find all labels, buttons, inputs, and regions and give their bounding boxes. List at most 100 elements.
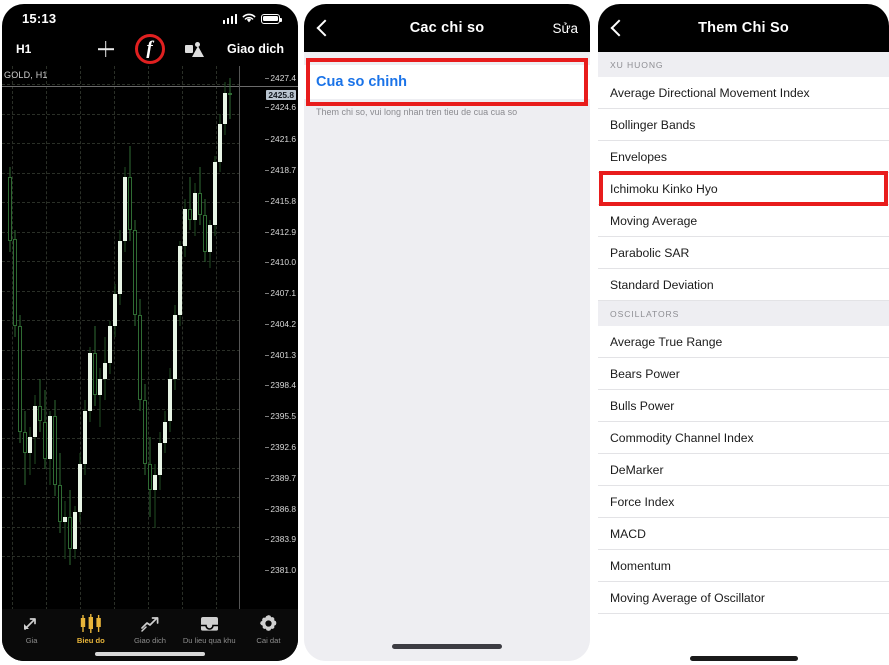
candle [33,394,37,464]
indicator-row-force-index[interactable]: Force Index [598,486,889,518]
signal-bars-icon [222,13,237,24]
trade-button[interactable]: Giao dich [227,42,284,56]
indicator-row-moving-average-of-oscillator[interactable]: Moving Average of Oscillator [598,582,889,614]
candle [73,506,77,560]
tab-label: Gia [25,636,38,645]
price-tick-label: 2418.7 [265,165,296,175]
price-tick-label: 2401.3 [265,349,296,360]
candle [53,400,57,496]
price-tick-label: 2412.9 [265,226,296,237]
candle [188,177,192,231]
candle [43,389,47,470]
wifi-icon [242,13,256,22]
tab-du-lieu-qua-khu[interactable]: Du lieu qua khu [180,614,239,645]
indicator-row-momentum[interactable]: Momentum [598,550,889,582]
indicator-row-bears-power[interactable]: Bears Power [598,358,889,390]
home-indicator [95,652,205,656]
current-price-label: 2425.8 [266,89,296,100]
candle [108,320,112,374]
indicator-row-average-true-range[interactable]: Average True Range [598,326,889,358]
quotes-arrows-icon [22,614,41,633]
indicator-row-ichimoku-kinko-hyo[interactable]: Ichimoku Kinko Hyo [598,173,889,205]
page-title: Them Chi So [698,20,789,36]
status-bar: 15:13 [2,4,298,32]
price-chart[interactable]: GOLD, H1 2427.4 2425.8 2424.6 2421.6 2418.7 2… [2,66,298,661]
candle [48,410,52,486]
tab-label: Giao dich [133,636,167,645]
candle [28,426,32,475]
candle [68,490,72,565]
hint-text: Them chi so, vui long nhan tren tieu de … [316,107,518,117]
trade-line-icon [140,614,161,633]
add-indicator-phone-panel: Them Chi So XU HUONG Average Directional … [594,0,889,665]
candle [148,437,152,517]
price-tick-label: 2381.0 [265,565,296,576]
indicator-row-commodity-channel-index[interactable]: Commodity Channel Index [598,422,889,454]
price-axis: 2427.4 2425.8 2424.6 2421.6 2418.7 2415.8 2412… [240,66,298,635]
indicator-row-macd[interactable]: MACD [598,518,889,550]
battery-icon [261,13,283,24]
candle [128,145,132,242]
candle [23,410,27,486]
back-chevron-icon[interactable] [610,17,623,39]
indicator-row-average-directional-movement-index[interactable]: Average Directional Movement Index [598,77,889,109]
price-tick-label: 2398.4 [265,380,296,391]
candle [143,384,147,475]
indicator-row-bulls-power[interactable]: Bulls Power [598,390,889,422]
home-indicator [689,656,798,661]
chart-phone-panel: 15:13 H1 f Giao dich GOLD, H1 2427.4 242… [0,0,300,665]
candle [93,326,97,406]
tab-giao-dich[interactable]: Giao dich [120,614,179,645]
candle [83,400,87,475]
tab-label: Bieu do [76,636,105,645]
indicator-row-bollinger-bands[interactable]: Bollinger Bands [598,109,889,141]
timeframe-button[interactable]: H1 [16,42,31,56]
candle [113,283,117,337]
main-window-row[interactable]: Cua so chinh [304,65,590,99]
tab-gia[interactable]: Gia [2,614,61,645]
candle [138,299,142,411]
candle [173,304,177,390]
tab-bieu-do[interactable]: Bieu do [61,614,120,645]
screenshot-root: 15:13 H1 f Giao dich GOLD, H1 2427.4 242… [0,0,889,665]
candle [163,410,167,454]
indicator-row-standard-deviation[interactable]: Standard Deviation [598,269,889,301]
tab-cai-dat[interactable]: Cai dat [239,614,298,645]
back-chevron-icon[interactable] [316,17,329,39]
edit-button[interactable]: Sửa [552,21,578,36]
indicator-list: XU HUONG Average Directional Movement Ind… [598,52,889,614]
objects-icon[interactable] [184,41,204,57]
indicators-f-button[interactable]: f [134,34,165,64]
candle [78,453,82,523]
indicator-row-demarker[interactable]: DeMarker [598,454,889,486]
candle [58,453,62,533]
nav-bar-right: Them Chi So [598,4,889,52]
candle [178,241,182,326]
candle [228,77,232,120]
indicator-row-envelopes[interactable]: Envelopes [598,141,889,173]
candle [208,219,212,268]
price-tick-label: 2392.6 [265,441,296,452]
indicator-row-parabolic-sar[interactable]: Parabolic SAR [598,237,889,269]
price-tick-label: 2421.6 [265,134,296,145]
chart-toolbar: H1 f Giao dich [2,32,298,66]
candle [198,166,202,226]
candle [8,166,12,252]
candlestick-series [2,66,240,635]
candle [158,432,162,491]
price-tick-label: 2415.8 [265,195,296,206]
section-header-xu-huong: XU HUONG [598,52,889,77]
crosshair-icon[interactable] [97,40,115,58]
indicator-row-moving-average[interactable]: Moving Average [598,205,889,237]
indicators-list-phone-panel: Cac chi so Sửa Cua so chinh Them chi so,… [300,0,594,665]
price-tick-label: 2407.1 [265,288,296,299]
candle [38,379,42,433]
mid-body: Cua so chinh Them chi so, vui long nhan … [304,52,590,661]
nav-bar-mid: Cac chi so Sửa [304,4,590,52]
tab-label: Cai dat [256,636,281,645]
candlestick-chart-icon [79,614,103,633]
price-tick-label: 2383.9 [265,534,296,545]
candle [13,230,17,337]
main-window-label: Cua so chinh [316,74,408,90]
price-tick-label: 2386.8 [265,503,296,514]
